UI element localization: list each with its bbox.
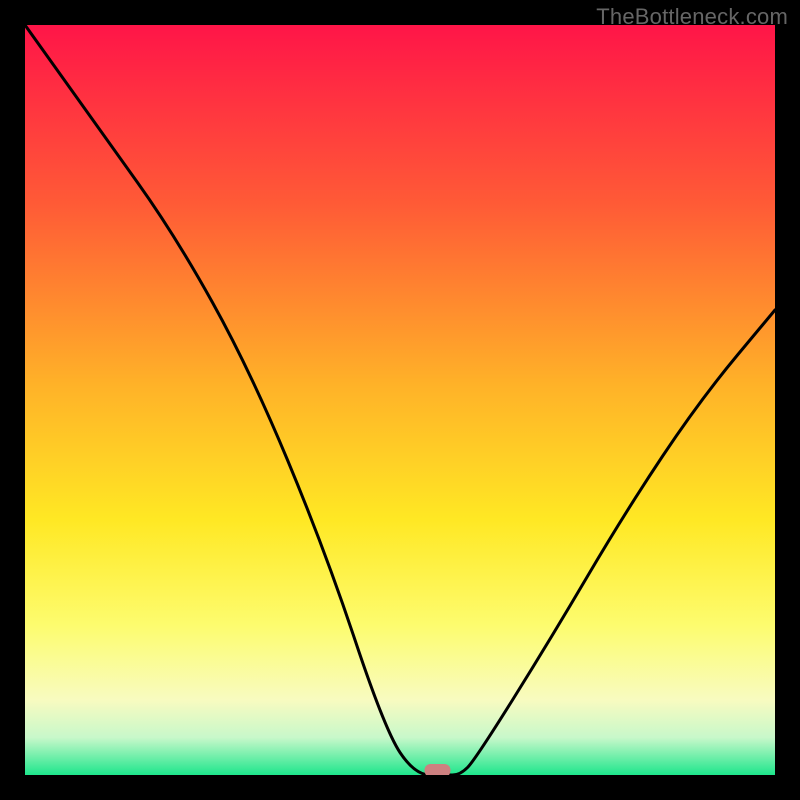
chart-plot-area: [25, 25, 775, 775]
optimal-point-marker: [425, 764, 451, 775]
watermark-text: TheBottleneck.com: [596, 4, 788, 30]
chart-background: [25, 25, 775, 775]
bottleneck-chart: [25, 25, 775, 775]
